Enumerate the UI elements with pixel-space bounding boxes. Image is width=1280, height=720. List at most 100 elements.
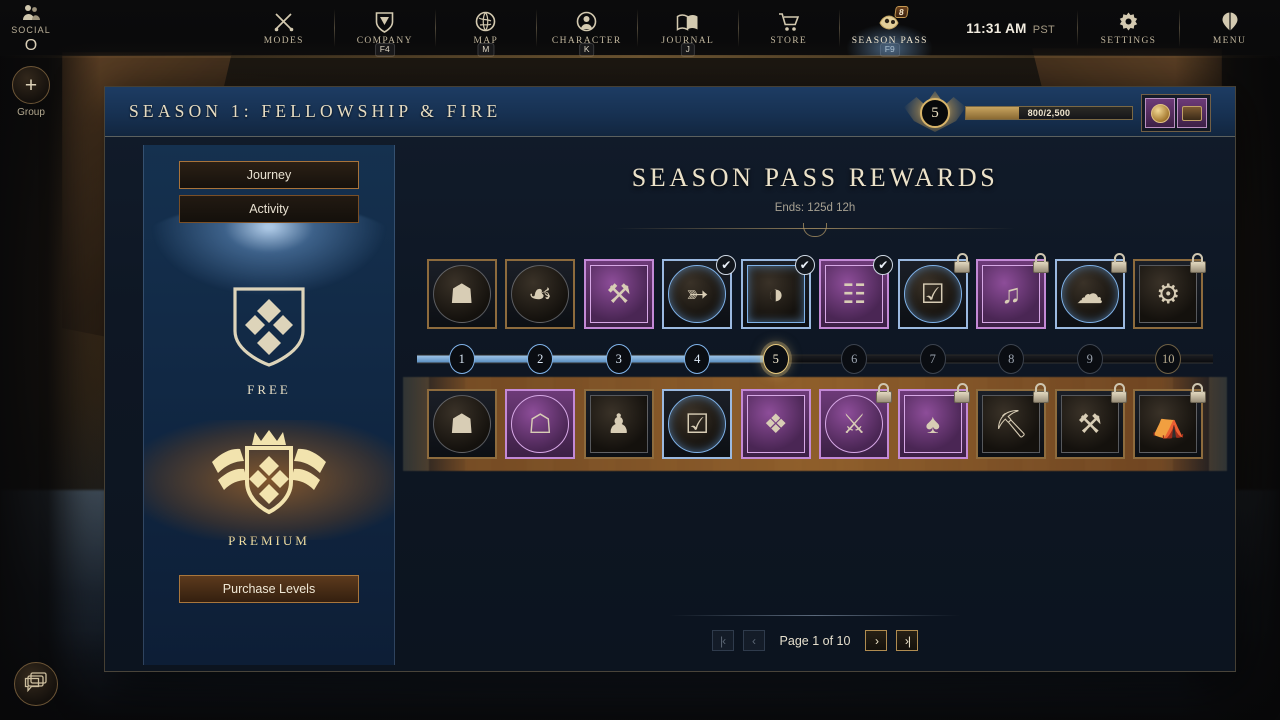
level-node-7[interactable]: 7 bbox=[898, 344, 968, 374]
reward-tile-horn-coin[interactable]: ♫ bbox=[976, 253, 1049, 329]
gear-icon bbox=[1118, 11, 1139, 33]
nav-label: STORE bbox=[770, 35, 808, 46]
reward-tile-repair-chest[interactable]: ☑ bbox=[897, 253, 971, 329]
claimed-check-icon: ✔ bbox=[716, 255, 737, 275]
tab-activity[interactable]: Activity bbox=[179, 195, 359, 223]
level-node-label: 1 bbox=[448, 344, 475, 374]
horn-coin-icon: ♫ bbox=[982, 265, 1041, 323]
reward-tile-scroll-coin[interactable]: ☷ ✔ bbox=[819, 255, 894, 329]
next-page-button[interactable]: › bbox=[865, 630, 888, 651]
reward-tile-war-hammer[interactable]: ⚒ bbox=[1054, 383, 1128, 459]
level-number: 5 bbox=[920, 98, 950, 128]
level-node-label: 6 bbox=[841, 344, 868, 374]
food-platter-icon: ☙ bbox=[511, 265, 570, 323]
reward-tile-repair-kit-chest[interactable]: ☑ bbox=[662, 389, 733, 459]
nav-label: MODES bbox=[263, 35, 304, 46]
page-title: SEASON 1: FELLOWSHIP & FIRE bbox=[129, 101, 502, 121]
nav-item-settings[interactable]: SETTINGS bbox=[1078, 0, 1179, 56]
pagination-controls: |‹ ‹ Page 1 of 10 › ›| bbox=[711, 630, 919, 651]
reward-tile-supply-chest[interactable]: ☗ bbox=[426, 389, 497, 459]
sidebar-tabs: Journey Activity bbox=[179, 161, 359, 223]
level-node-5[interactable]: 5 bbox=[741, 344, 811, 374]
nav-keybind: F4 bbox=[374, 43, 395, 57]
reward-tile-food-platter[interactable]: ☙ bbox=[505, 259, 576, 329]
reward-tile-gold-nuggets[interactable]: ❖ bbox=[740, 389, 811, 459]
lock-icon bbox=[1032, 253, 1049, 273]
level-node-label: 4 bbox=[684, 344, 711, 374]
level-node-9[interactable]: 9 bbox=[1055, 344, 1125, 374]
emote-banner-icon: ♠ bbox=[903, 395, 962, 453]
nav-keybind: K bbox=[578, 43, 595, 57]
level-node-3[interactable]: 3 bbox=[584, 344, 654, 374]
reward-tile-pickaxe[interactable]: ⛏ bbox=[976, 383, 1049, 459]
last-page-button[interactable]: ›| bbox=[896, 630, 919, 651]
rewards-track: ☗ ☙ ⚒ ➳ ✔ ◑ ✔ ☷ ✔ ☑ ♫ ☁ ⚙ 1 2 3 4 5 6 7 8 9 10 ☗ ☖ ♟ ☑ ❖ ⚔ ♠ ⛏ ⚒ ⛺ bbox=[417, 251, 1213, 467]
level-node-4[interactable]: 4 bbox=[662, 344, 732, 374]
first-page-button[interactable]: |‹ bbox=[711, 630, 734, 651]
clock: 11:31 AM PST bbox=[940, 21, 1077, 36]
currency-slot-token[interactable] bbox=[1145, 98, 1175, 128]
reward-tile-dark-chest[interactable]: ☗ bbox=[426, 259, 497, 329]
nav-item-company[interactable]: COMPANY F4 bbox=[334, 0, 435, 57]
level-node-label: 9 bbox=[1076, 344, 1103, 374]
nav-primary-group: MODES COMPANY F4 MAP M CHARACTER K JOURN… bbox=[233, 0, 940, 57]
reward-tile-bread-loaves[interactable]: ◑ ✔ bbox=[740, 255, 815, 329]
plus-icon[interactable]: + bbox=[12, 66, 50, 104]
reward-tile-emote-banner[interactable]: ♠ bbox=[897, 383, 971, 459]
epic-chest-icon: ☖ bbox=[511, 395, 570, 453]
level-node-6[interactable]: 6 bbox=[819, 344, 889, 374]
emote-torch-icon: ♟ bbox=[589, 395, 648, 453]
war-hammer-icon: ⚒ bbox=[1060, 395, 1119, 453]
reward-tile-emote-torch[interactable]: ♟ bbox=[583, 389, 654, 459]
social-keybind: O bbox=[24, 37, 38, 54]
lock-icon bbox=[1189, 383, 1206, 403]
title-divider bbox=[615, 228, 1015, 229]
social-button[interactable]: SOCIAL O bbox=[0, 0, 62, 56]
chest-icon bbox=[1182, 105, 1202, 121]
nav-label: MENU bbox=[1212, 35, 1247, 46]
weapon-chest-icon: ⚔ bbox=[825, 395, 884, 453]
cloth-bundle-icon: ☁ bbox=[1060, 265, 1119, 323]
prev-page-button[interactable]: ‹ bbox=[742, 630, 765, 651]
level-node-2[interactable]: 2 bbox=[505, 344, 575, 374]
level-node-label: 8 bbox=[998, 344, 1025, 374]
reward-tile-crossed-tools-coin[interactable]: ⚒ bbox=[583, 259, 654, 329]
coin-icon bbox=[1150, 103, 1170, 123]
reward-tile-arrow-bundle[interactable]: ➳ ✔ bbox=[662, 255, 737, 329]
chat-button[interactable] bbox=[14, 662, 58, 706]
nav-item-store[interactable]: STORE bbox=[738, 0, 839, 56]
rewards-main: SEASON PASS REWARDS Ends: 125d 12h ☗ ☙ ⚒ ➳ ✔… bbox=[395, 137, 1235, 673]
level-node-10[interactable]: 10 bbox=[1133, 344, 1203, 374]
free-tier-emblem-group: FREE bbox=[231, 285, 307, 398]
reward-tile-housing-item[interactable]: ⛺ bbox=[1133, 383, 1206, 459]
purchase-levels-button[interactable]: Purchase Levels bbox=[179, 575, 359, 603]
season-pass-panel: SEASON 1: FELLOWSHIP & FIRE 5 800/2,500 bbox=[104, 86, 1236, 672]
page-indicator: Page 1 of 10 bbox=[779, 633, 851, 648]
nav-item-menu[interactable]: MENU bbox=[1179, 0, 1280, 56]
reward-tile-cloth-bundle[interactable]: ☁ bbox=[1054, 253, 1128, 329]
nav-item-journal[interactable]: JOURNAL J bbox=[637, 0, 738, 57]
group-button[interactable]: + Group bbox=[10, 66, 52, 118]
reward-tile-leg-armor[interactable]: ⚙ bbox=[1133, 253, 1206, 329]
tab-journey[interactable]: Journey bbox=[179, 161, 359, 189]
supply-chest-icon: ☗ bbox=[432, 395, 491, 453]
scroll-coin-icon: ☷ bbox=[825, 265, 884, 323]
currency-slot-cache[interactable] bbox=[1177, 98, 1207, 128]
nav-item-character[interactable]: CHARACTER K bbox=[536, 0, 637, 57]
level-node-label: 2 bbox=[527, 344, 554, 374]
level-node-8[interactable]: 8 bbox=[976, 344, 1046, 374]
nav-item-season-pass[interactable]: 8 SEASON PASS F9 bbox=[839, 0, 940, 57]
reward-tile-epic-chest[interactable]: ☖ bbox=[505, 389, 576, 459]
gold-nuggets-icon: ❖ bbox=[746, 395, 805, 453]
nav-item-map[interactable]: MAP M bbox=[435, 0, 536, 57]
nav-item-modes[interactable]: MODES bbox=[233, 0, 334, 56]
dark-chest-icon: ☗ bbox=[432, 265, 491, 323]
reward-tile-weapon-chest[interactable]: ⚔ bbox=[819, 383, 892, 459]
level-node-1[interactable]: 1 bbox=[427, 344, 497, 374]
lock-icon bbox=[1111, 253, 1128, 273]
book-icon bbox=[676, 11, 699, 33]
housing-item-icon: ⛺ bbox=[1139, 395, 1198, 453]
lock-icon bbox=[954, 383, 971, 403]
pagination-divider bbox=[670, 615, 960, 616]
free-tier-shield-icon bbox=[231, 285, 307, 374]
